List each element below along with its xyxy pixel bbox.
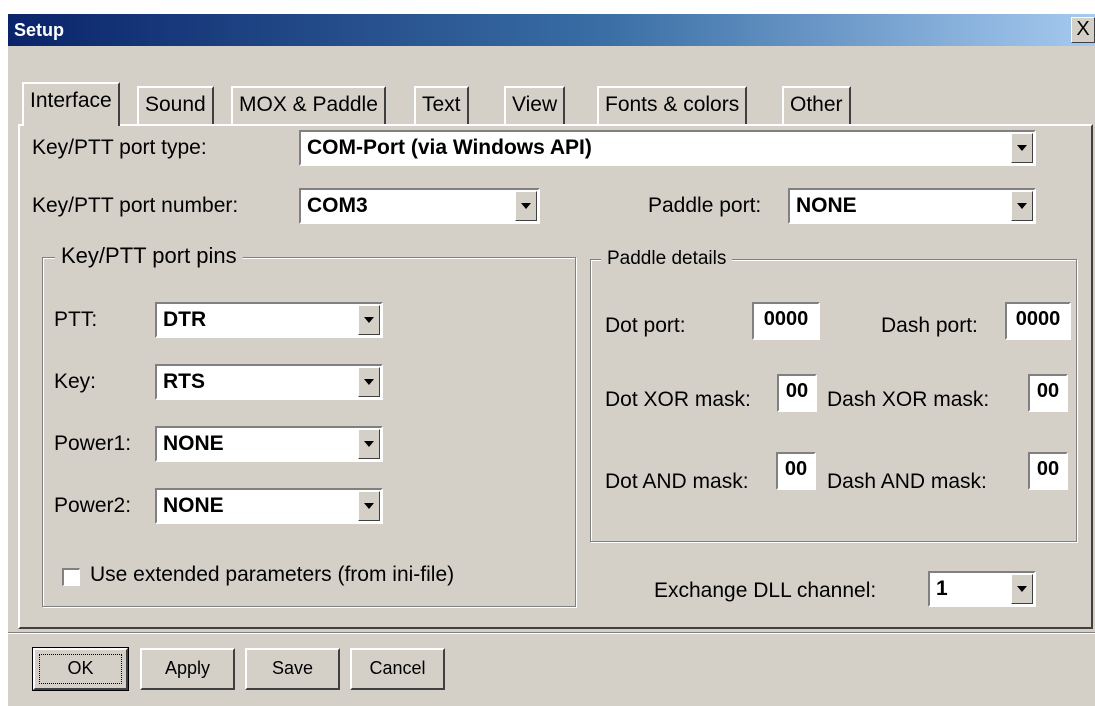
setup-dialog: Setup X Interface Sound MOX & Paddle Tex… xyxy=(8,14,1095,706)
tab-mox-paddle[interactable]: MOX & Paddle xyxy=(231,86,386,124)
paddle-port-select[interactable]: NONE xyxy=(788,188,1036,224)
port-number-label: Key/PTT port number: xyxy=(32,194,239,217)
extended-params-checkbox[interactable] xyxy=(62,568,80,586)
paddle-port-label: Paddle port: xyxy=(648,194,762,217)
tab-other[interactable]: Other xyxy=(782,86,851,124)
paddle-details-title: Paddle details xyxy=(601,248,733,270)
ok-button[interactable]: OK xyxy=(32,647,129,691)
exchange-dll-value: 1 xyxy=(936,577,948,600)
port-type-label: Key/PTT port type: xyxy=(32,136,207,159)
chevron-down-icon[interactable] xyxy=(1011,133,1033,163)
port-number-value: COM3 xyxy=(307,194,368,217)
chevron-down-icon[interactable] xyxy=(358,367,380,397)
port-pins-title: Key/PTT port pins xyxy=(55,243,243,269)
chevron-down-icon[interactable] xyxy=(515,191,537,221)
tab-fonts-colors[interactable]: Fonts & colors xyxy=(597,86,748,124)
ptt-select[interactable]: DTR xyxy=(155,302,383,338)
ptt-label: PTT: xyxy=(54,308,98,331)
exchange-dll-label: Exchange DLL channel: xyxy=(654,579,877,602)
dot-and-input[interactable]: 00 xyxy=(776,452,816,490)
window-title: Setup xyxy=(14,20,65,40)
power2-value: NONE xyxy=(163,494,224,517)
port-type-select[interactable]: COM-Port (via Windows API) xyxy=(299,130,1036,166)
exchange-dll-select[interactable]: 1 xyxy=(928,571,1036,607)
ptt-value: DTR xyxy=(163,308,207,331)
key-label: Key: xyxy=(54,370,97,393)
dash-xor-label: Dash XOR mask: xyxy=(827,388,990,411)
tab-view[interactable]: View xyxy=(504,86,566,124)
dot-port-input[interactable]: 0000 xyxy=(752,302,820,340)
chevron-down-icon[interactable] xyxy=(1011,574,1033,604)
paddle-port-value: NONE xyxy=(796,194,857,217)
chevron-down-icon[interactable] xyxy=(1011,191,1033,221)
dot-port-label: Dot port: xyxy=(605,314,686,337)
dash-port-label: Dash port: xyxy=(881,314,978,337)
dot-xor-input[interactable]: 00 xyxy=(777,374,817,412)
port-number-select[interactable]: COM3 xyxy=(299,188,540,224)
power2-select[interactable]: NONE xyxy=(155,488,383,524)
power1-select[interactable]: NONE xyxy=(155,426,383,462)
power2-label: Power2: xyxy=(54,494,132,517)
separator-highlight xyxy=(8,633,1095,634)
tab-text[interactable]: Text xyxy=(414,86,469,124)
close-button[interactable]: X xyxy=(1071,17,1095,43)
port-type-value: COM-Port (via Windows API) xyxy=(307,136,592,159)
save-button[interactable]: Save xyxy=(245,648,340,690)
extended-params-label[interactable]: Use extended parameters (from ini-file) xyxy=(90,563,454,587)
cancel-button[interactable]: Cancel xyxy=(350,648,445,690)
power1-label: Power1: xyxy=(54,432,132,455)
dash-xor-input[interactable]: 00 xyxy=(1028,374,1068,412)
tab-sound[interactable]: Sound xyxy=(137,86,214,124)
chevron-down-icon[interactable] xyxy=(358,429,380,459)
power1-value: NONE xyxy=(163,432,224,455)
tab-interface[interactable]: Interface xyxy=(22,82,120,126)
title-bar[interactable]: Setup X xyxy=(8,14,1095,46)
dash-and-input[interactable]: 00 xyxy=(1028,452,1068,490)
focus-rect xyxy=(39,654,122,684)
chevron-down-icon[interactable] xyxy=(358,491,380,521)
apply-button[interactable]: Apply xyxy=(140,648,235,690)
dash-and-label: Dash AND mask: xyxy=(827,470,987,493)
key-value: RTS xyxy=(163,370,205,393)
chevron-down-icon[interactable] xyxy=(358,305,380,335)
key-select[interactable]: RTS xyxy=(155,364,383,400)
dot-and-label: Dot AND mask: xyxy=(605,470,749,493)
dash-port-input[interactable]: 0000 xyxy=(1005,302,1071,340)
dot-xor-label: Dot XOR mask: xyxy=(605,388,751,411)
